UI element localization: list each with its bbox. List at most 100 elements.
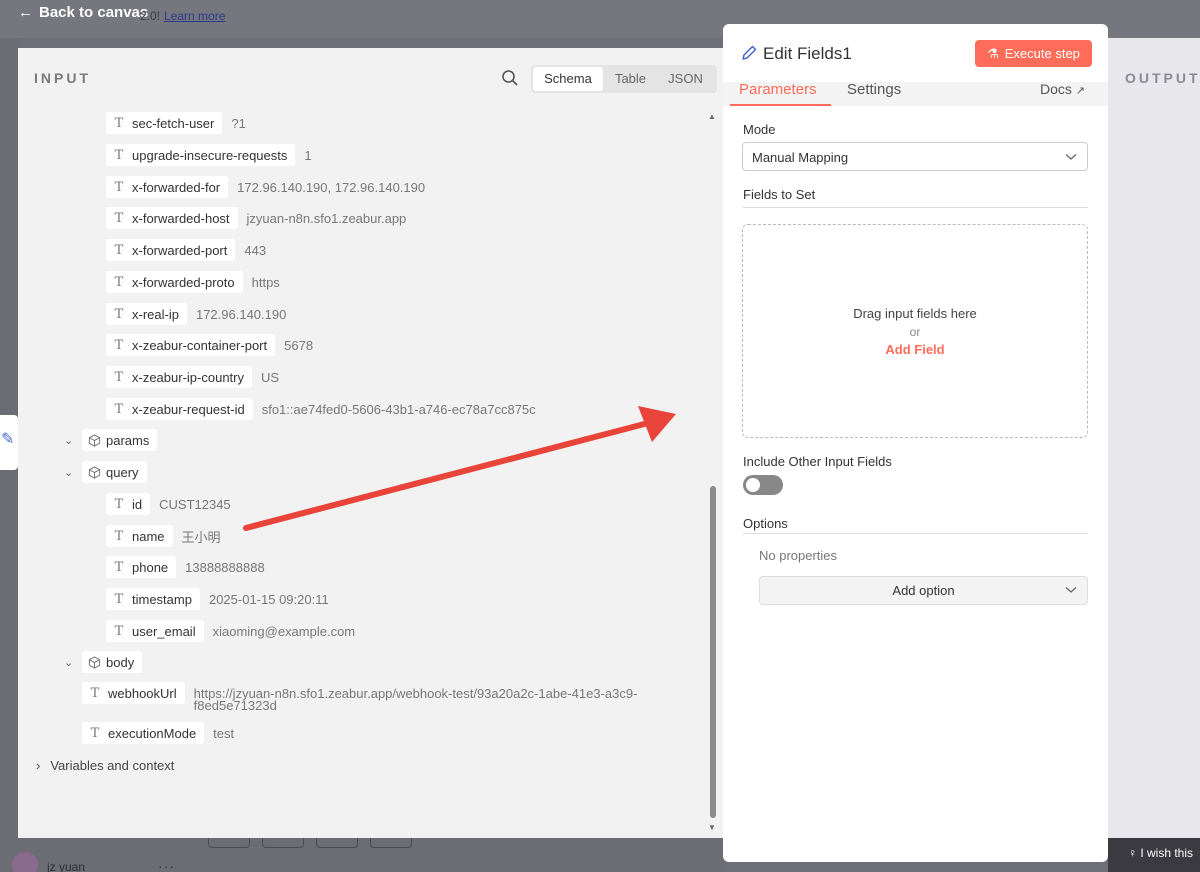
annotation-arrow: [243, 406, 676, 531]
canvas-control[interactable]: [316, 838, 358, 848]
scrollbar-thumb[interactable]: [710, 486, 716, 818]
field-value: 1: [304, 147, 312, 163]
field-value: test: [213, 725, 235, 741]
list-item: Tphone 13888888888: [106, 554, 265, 580]
text-type-icon: T: [114, 401, 124, 417]
text-type-icon: T: [114, 337, 124, 353]
add-field-button[interactable]: Add Field: [743, 342, 1087, 357]
variables-and-context-toggle[interactable]: › Variables and context: [36, 758, 174, 773]
list-item: Tid CUST12345: [106, 491, 231, 517]
field-value: 2025-01-15 09:20:11: [208, 591, 329, 607]
text-type-icon: T: [114, 559, 124, 575]
field-value: ?1: [231, 115, 246, 131]
include-other-fields-label: Include Other Input Fields: [743, 454, 892, 469]
text-type-icon: T: [114, 147, 124, 163]
list-item: TexecutionMode test: [82, 720, 234, 746]
list-item: params: [82, 427, 158, 453]
field-pill[interactable]: Tx-zeabur-container-port: [106, 334, 276, 356]
cube-icon: [82, 465, 106, 479]
node-title[interactable]: Edit Fields1: [763, 44, 852, 64]
field-pill[interactable]: Tphone: [106, 556, 177, 578]
list-item: Tx-forwarded-proto https: [106, 269, 280, 295]
drop-or: or: [909, 325, 921, 339]
divider: [743, 207, 1088, 208]
field-pill[interactable]: Tid: [106, 493, 151, 515]
banner-text: 2.0! Learn more: [140, 9, 226, 23]
tab-table[interactable]: Table: [603, 67, 658, 91]
mode-select[interactable]: Manual Mapping: [742, 142, 1088, 171]
options-label: Options: [743, 516, 788, 531]
field-pill[interactable]: Tx-zeabur-request-id: [106, 398, 253, 420]
canvas-control[interactable]: [262, 838, 304, 848]
field-pill[interactable]: Tx-forwarded-host: [106, 207, 238, 229]
object-pill[interactable]: body: [82, 651, 143, 673]
field-value: CUST12345: [159, 496, 231, 512]
feedback-button[interactable]: ♀ I wish this: [1108, 838, 1200, 872]
list-item: Tuser_email xiaoming@example.com: [106, 618, 355, 644]
list-item: body: [82, 649, 143, 675]
text-type-icon: T: [114, 210, 124, 226]
chevron-down-icon: [1065, 154, 1077, 160]
field-pill[interactable]: Tx-real-ip: [106, 303, 187, 325]
tab-parameters[interactable]: Parameters: [739, 81, 817, 98]
tab-schema[interactable]: Schema: [533, 67, 603, 91]
execute-step-button[interactable]: ⚗ Execute step: [975, 40, 1092, 67]
scroll-down-icon[interactable]: ▼: [708, 823, 716, 832]
list-item: Tname 王小明: [106, 523, 221, 549]
arrow-left-icon: ←: [18, 4, 33, 21]
drop-hint: Drag input fields here: [853, 306, 977, 321]
back-to-canvas-link[interactable]: ← Back to canvas: [18, 4, 148, 21]
chevron-down-icon[interactable]: ⌄: [64, 434, 73, 447]
field-pill[interactable]: Tx-forwarded-port: [106, 239, 236, 261]
object-pill[interactable]: params: [82, 429, 158, 451]
chevron-down-icon[interactable]: ⌄: [64, 656, 73, 669]
active-tab-indicator: [730, 104, 831, 106]
field-value: jzyuan-n8n.sfo1.zeabur.app: [246, 210, 407, 226]
no-properties-text: No properties: [759, 548, 838, 563]
field-pill[interactable]: TexecutionMode: [82, 722, 205, 744]
field-pill[interactable]: Tx-forwarded-for: [106, 176, 229, 198]
text-type-icon: T: [114, 591, 124, 607]
text-type-icon: T: [114, 179, 124, 195]
chevron-down-icon[interactable]: ⌄: [64, 466, 73, 479]
field-pill[interactable]: Tname: [106, 525, 173, 547]
tab-json[interactable]: JSON: [658, 67, 713, 91]
include-other-fields-toggle[interactable]: [743, 475, 783, 495]
drop-zone[interactable]: Drag input fields here or Add Field: [742, 224, 1088, 438]
field-pill[interactable]: Tupgrade-insecure-requests: [106, 144, 296, 166]
avatar[interactable]: [12, 852, 38, 872]
external-link-icon: ↗: [1075, 85, 1086, 97]
fields-to-set-label: Fields to Set: [743, 187, 816, 202]
input-title: INPUT: [34, 70, 91, 86]
field-value: 13888888888: [185, 559, 265, 575]
list-item: Ttimestamp 2025-01-15 09:20:11: [106, 586, 329, 612]
view-tabs: Schema Table JSON: [531, 65, 717, 93]
learn-more-link[interactable]: Learn more: [164, 9, 225, 23]
user-menu-button[interactable]: ···: [158, 858, 175, 872]
object-pill[interactable]: query: [82, 461, 147, 483]
field-value: 172.96.140.190: [195, 306, 287, 322]
pencil-icon[interactable]: ✎: [0, 415, 18, 470]
scroll-up-icon[interactable]: ▲: [708, 112, 716, 121]
divider: [743, 533, 1088, 534]
text-type-icon: T: [114, 369, 124, 385]
field-pill[interactable]: TwebhookUrl: [82, 682, 185, 704]
add-option-button[interactable]: Add option: [759, 576, 1088, 605]
field-pill[interactable]: Tx-zeabur-ip-country: [106, 366, 252, 388]
canvas-control[interactable]: [370, 838, 412, 848]
tab-settings[interactable]: Settings: [847, 81, 901, 98]
field-pill[interactable]: Tuser_email: [106, 620, 204, 642]
chevron-right-icon: ›: [36, 758, 41, 773]
tab-docs[interactable]: Docs ↗: [1040, 81, 1085, 97]
list-item: Tx-forwarded-for 172.96.140.190, 172.96.1…: [106, 174, 425, 200]
list-item: Tx-forwarded-port 443: [106, 237, 266, 263]
field-pill[interactable]: Ttimestamp: [106, 588, 200, 610]
field-pill[interactable]: Tx-forwarded-proto: [106, 271, 243, 293]
field-value: 5678: [284, 337, 314, 353]
search-icon[interactable]: [501, 69, 519, 87]
canvas-control[interactable]: [208, 838, 250, 848]
field-value: 443: [244, 242, 267, 258]
field-pill[interactable]: Tsec-fetch-user: [106, 112, 223, 134]
edit-fields-panel: Edit Fields1 ⚗ Execute step Parameters Se…: [723, 24, 1108, 862]
flask-icon: ⚗: [987, 45, 999, 61]
